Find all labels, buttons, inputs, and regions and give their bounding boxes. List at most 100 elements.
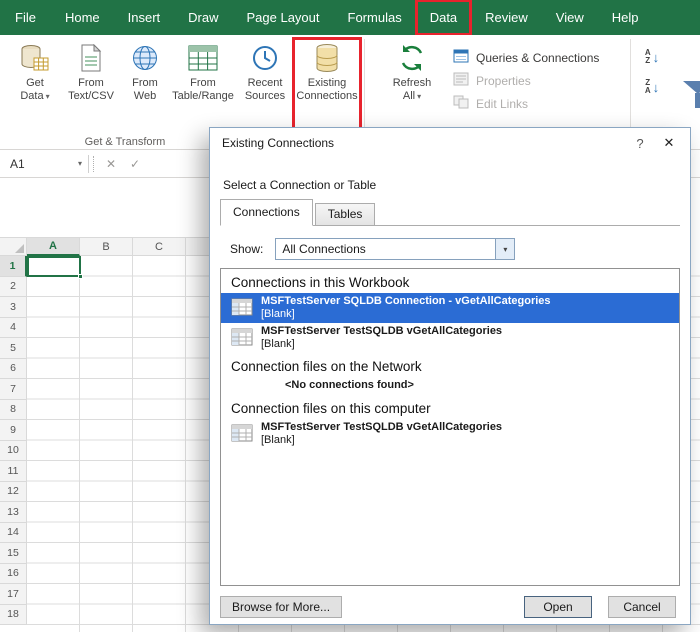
properties-button[interactable]: Properties <box>453 72 620 89</box>
select-all-corner[interactable] <box>0 237 27 256</box>
from-table-range-button[interactable]: From Table/Range <box>170 39 236 131</box>
show-label: Show: <box>230 242 264 256</box>
row-header-6[interactable]: 6 <box>0 358 27 379</box>
row-header-3[interactable]: 3 <box>0 297 27 318</box>
connection-item[interactable]: MSFTestServer TestSQLDB vGetAllCategorie… <box>221 323 679 353</box>
row-header-10[interactable]: 10 <box>0 440 27 461</box>
no-connections-found-text: <No connections found> <box>285 379 414 391</box>
cancel-button[interactable]: Cancel <box>608 596 676 618</box>
name-box-dropdown-icon[interactable]: ▾ <box>78 159 82 168</box>
from-text-csv-label: From Text/CSV <box>68 77 114 102</box>
formula-bar-divider <box>88 154 89 173</box>
name-box[interactable]: A1 ▾ <box>0 150 88 177</box>
tab-connections[interactable]: Connections <box>220 199 313 226</box>
row-header-2[interactable]: 2 <box>0 276 27 297</box>
queries-and-connections-label: Queries & Connections <box>476 50 600 65</box>
properties-icon <box>453 72 469 89</box>
connection-table-icon <box>231 298 253 319</box>
row-header-4[interactable]: 4 <box>0 317 27 338</box>
edit-links-label: Edit Links <box>476 96 529 111</box>
row-header-7[interactable]: 7 <box>0 379 27 400</box>
from-web-label: From Web <box>132 77 158 102</box>
tab-help[interactable]: Help <box>598 0 653 35</box>
connection-table-icon <box>231 424 253 445</box>
tab-data[interactable]: Data <box>414 0 473 36</box>
tab-view[interactable]: View <box>542 0 598 35</box>
connections-list: Connections in this Workbook MSFTestServ… <box>220 268 680 586</box>
list-group-header: Connection files on the Network <box>231 359 422 374</box>
tab-tables[interactable]: Tables <box>314 203 376 225</box>
confirm-entry-icon[interactable]: ✓ <box>123 157 147 171</box>
recent-sources-button[interactable]: Recent Sources <box>236 39 294 131</box>
row-header-15[interactable]: 15 <box>0 543 27 564</box>
sort-group: AZ ↓ ZA ↓ <box>635 39 669 95</box>
tab-file[interactable]: File <box>0 0 51 35</box>
selected-cell-a1 <box>27 256 83 279</box>
column-header-c[interactable]: C <box>133 237 186 256</box>
properties-label: Properties <box>476 73 531 88</box>
row-header-1[interactable]: 1 <box>0 256 27 277</box>
from-text-csv-button[interactable]: From Text/CSV <box>62 39 120 131</box>
refresh-icon <box>398 42 426 74</box>
tab-home[interactable]: Home <box>51 0 114 35</box>
filter-funnel-icon-partial <box>683 81 700 111</box>
queries-and-connections-button[interactable]: Queries & Connections <box>453 49 620 66</box>
name-box-value: A1 <box>10 156 25 171</box>
edit-links-icon <box>453 95 469 112</box>
show-connections-dropdown[interactable]: All Connections ▾ <box>275 238 516 260</box>
dialog-help-icon[interactable]: ? <box>626 136 654 151</box>
table-icon <box>188 42 218 74</box>
row-header-5[interactable]: 5 <box>0 338 27 359</box>
column-header-b[interactable]: B <box>80 237 133 256</box>
get-data-button[interactable]: Get Data ▾ <box>8 39 62 131</box>
existing-connections-button[interactable]: Existing Connections <box>292 37 362 133</box>
dialog-subtitle: Select a Connection or Table <box>223 178 377 192</box>
row-header-9[interactable]: 9 <box>0 420 27 441</box>
sort-down-arrow-icon: ↓ <box>652 49 660 65</box>
from-web-button[interactable]: From Web <box>120 39 170 131</box>
row-header-8[interactable]: 8 <box>0 399 27 420</box>
tab-draw[interactable]: Draw <box>174 0 232 35</box>
open-button[interactable]: Open <box>524 596 592 618</box>
row-header-18[interactable]: 18 <box>0 604 27 625</box>
tab-page-layout[interactable]: Page Layout <box>233 0 334 35</box>
connection-description: [Blank] <box>261 434 295 446</box>
tab-formulas[interactable]: Formulas <box>334 0 416 35</box>
sort-az-letters: AZ <box>644 48 651 65</box>
show-filter-row: Show: All Connections ▾ <box>230 238 516 260</box>
connections-cylinder-icon <box>314 42 340 74</box>
connection-name: MSFTestServer SQLDB Connection - vGetAll… <box>261 295 551 307</box>
connection-item[interactable]: MSFTestServer TestSQLDB vGetAllCategorie… <box>221 419 679 449</box>
ribbon-group-label: Get & Transform <box>84 136 166 148</box>
connection-table-icon <box>231 328 253 349</box>
refresh-all-button[interactable]: Refresh All ▾ <box>383 39 441 131</box>
refresh-all-label: Refresh All ▾ <box>392 77 432 102</box>
column-headers: A B C <box>0 237 210 256</box>
cancel-entry-icon[interactable]: ✕ <box>99 157 123 171</box>
row-header-14[interactable]: 14 <box>0 522 27 543</box>
list-group-header: Connections in this Workbook <box>231 275 410 290</box>
tab-insert[interactable]: Insert <box>114 0 175 35</box>
dialog-title: Existing Connections <box>222 136 335 150</box>
row-header-13[interactable]: 13 <box>0 502 27 523</box>
sort-descending-button[interactable]: ZA ↓ <box>645 79 659 95</box>
column-header-partial[interactable] <box>186 237 210 256</box>
connection-item-selected[interactable]: MSFTestServer SQLDB Connection - vGetAll… <box>221 293 679 323</box>
sort-ascending-button[interactable]: AZ ↓ <box>645 49 659 65</box>
connection-name: MSFTestServer TestSQLDB vGetAllCategorie… <box>261 325 503 337</box>
edit-links-button[interactable]: Edit Links <box>453 95 620 112</box>
get-data-label: Get Data ▾ <box>20 77 50 102</box>
fill-handle[interactable] <box>78 274 83 279</box>
browse-for-more-button[interactable]: Browse for More... <box>220 596 343 618</box>
row-header-16[interactable]: 16 <box>0 563 27 584</box>
dropdown-caret-icon: ▾ <box>45 92 50 101</box>
row-header-11[interactable]: 11 <box>0 461 27 482</box>
dialog-close-icon[interactable]: ✕ <box>654 135 684 151</box>
row-header-17[interactable]: 17 <box>0 584 27 605</box>
row-header-12[interactable]: 12 <box>0 481 27 502</box>
dialog-title-bar[interactable]: Existing Connections ? ✕ <box>210 128 690 158</box>
column-header-a[interactable]: A <box>27 237 80 256</box>
tab-review[interactable]: Review <box>471 0 542 35</box>
dialog-tabs: Connections Tables <box>220 199 680 226</box>
dropdown-arrow-icon[interactable]: ▾ <box>495 239 515 259</box>
